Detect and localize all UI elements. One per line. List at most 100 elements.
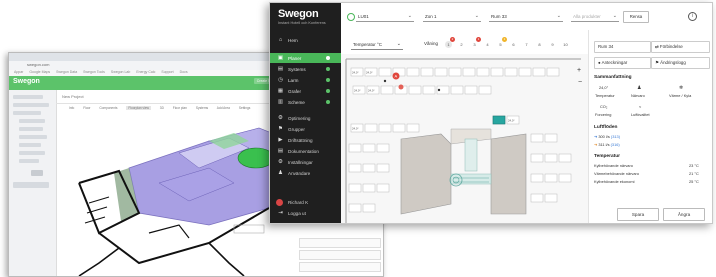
nav-label: Inställningar — [288, 159, 313, 165]
nav-label: Optimering — [288, 115, 311, 121]
toolbar-tab[interactable]: Info — [69, 106, 74, 110]
nav-item-systems[interactable]: ▤ Systems — [270, 64, 341, 74]
sidebar-item[interactable] — [19, 135, 47, 139]
floor-button-4[interactable]: 4 — [484, 41, 491, 48]
toolbar-tab[interactable]: Floor plan — [173, 106, 187, 110]
floor-button-2[interactable]: 2 — [458, 41, 465, 48]
status-dot — [326, 56, 330, 60]
sidebar-item[interactable] — [19, 119, 45, 123]
zone-select[interactable]: Zon 1 ⌄ — [423, 12, 481, 22]
temp-row-value[interactable]: 21 °C — [689, 171, 699, 176]
floor-button-7[interactable]: 7 — [523, 41, 530, 48]
bookmark-item[interactable]: Swegon Tools — [83, 70, 105, 74]
groups-icon: ⚑ — [278, 126, 283, 132]
nav-item-graphs[interactable]: ▦ Grafer — [270, 86, 341, 96]
logout-item[interactable]: ⇥ Logga ut — [270, 208, 341, 218]
toolbar-tab[interactable]: Floorplan view — [126, 106, 151, 110]
room-select[interactable]: Rum 33 ⌄ — [489, 12, 563, 22]
bookmark-item[interactable]: Swegon Data — [56, 70, 77, 74]
floor-button-8[interactable]: 8 — [536, 41, 543, 48]
toolbar-tab[interactable]: Settings — [239, 106, 251, 110]
floor-button-3[interactable]: 3 — [471, 41, 478, 48]
bookmark-item[interactable]: Docs — [180, 70, 188, 74]
bookmark-item[interactable]: Energy Calc — [136, 70, 155, 74]
airflow-row: ➜ 300 l/s (313) — [594, 134, 620, 139]
floor-button-10[interactable]: 10 — [562, 41, 569, 48]
nav-item-alarms[interactable]: ◷ Larm — [270, 75, 341, 85]
toolbar-tab[interactable]: Components — [99, 106, 117, 110]
sidebar-item[interactable] — [19, 127, 43, 131]
status-dot — [326, 67, 330, 71]
connection-button[interactable]: ⇄ Förbindelse — [651, 41, 710, 53]
sidebar-item[interactable] — [19, 151, 45, 155]
summary-label: Forcering — [595, 112, 612, 117]
nav-item-commissioning[interactable]: ▶ Driftsättning — [270, 135, 341, 145]
nav-item-documentation[interactable]: ▤ Dokumentation — [270, 146, 341, 156]
comments-button[interactable]: ● Anteckningar — [594, 57, 651, 69]
nav-item-home[interactable]: ⌂ Hem — [270, 35, 341, 45]
bookmark-item[interactable]: Google Maps — [29, 70, 50, 74]
nav-item-plans[interactable]: ▣ Planer — [270, 53, 341, 63]
status-dot — [326, 100, 330, 104]
svg-text:A: A — [395, 74, 398, 79]
product-search-input[interactable]: Alla produkter ⌄ — [571, 12, 619, 22]
sidebar-button[interactable] — [13, 182, 49, 188]
parameter-select[interactable]: Temperatur °C ⌄ — [351, 40, 403, 50]
nav-label: Dokumentation — [288, 148, 319, 154]
floor-button-1[interactable]: 1 — [445, 41, 452, 48]
nav-label: Hem — [288, 37, 298, 43]
building-icon — [347, 13, 355, 21]
bookmark-item[interactable]: Support — [161, 70, 173, 74]
building-value: LU01 — [358, 13, 369, 19]
url-text[interactable]: swegon.com — [27, 62, 49, 67]
nav-item-optimization[interactable]: ⚙ Optimering — [270, 113, 341, 123]
summary-label: Värme / Kyla — [669, 93, 692, 98]
temp-row-value[interactable]: 23 °C — [689, 163, 699, 168]
floor-button-9[interactable]: 9 — [549, 41, 556, 48]
presence-icon: ♟ — [637, 85, 642, 91]
sidebar-item[interactable] — [19, 159, 39, 163]
floor-button-6[interactable]: 6 — [510, 41, 517, 48]
nav-item-groups[interactable]: ⚑ Grupper — [270, 124, 341, 134]
properties-field[interactable] — [299, 238, 381, 248]
home-icon: ⌂ — [278, 37, 283, 43]
nav-label: Scheme — [288, 99, 305, 105]
properties-field[interactable] — [299, 262, 381, 272]
settings-icon: ⚙ — [278, 159, 283, 165]
toolbar-tab[interactable]: Systems — [196, 106, 208, 110]
building-select[interactable]: LU01 ⌄ — [356, 12, 414, 22]
sidebar-item[interactable] — [13, 111, 41, 115]
sidebar-button[interactable] — [31, 170, 43, 176]
airflow-link[interactable]: (316) — [611, 142, 620, 147]
nav-item-schemes[interactable]: ▥ Scheme — [270, 97, 341, 107]
nav-label: Grupper — [288, 126, 305, 132]
airflow-link[interactable]: (313) — [611, 134, 620, 139]
sidebar-item[interactable] — [19, 143, 41, 147]
nav-item-users[interactable]: ♟ Användare — [270, 168, 341, 178]
room-name-field[interactable]: Rum 34 — [594, 41, 651, 53]
filter-bar: LU01 ⌄ Zon 1 ⌄ Rum 33 ⌄ Alla produkter ⌄… — [341, 3, 712, 31]
floor-plan-map[interactable]: 24,0° 24,0° 24,0° 24,0° 24,0° 24,0° A + … — [341, 54, 588, 223]
comments-label: Anteckningar — [601, 60, 628, 65]
chevron-down-icon: ⌄ — [396, 40, 401, 47]
rooms-icon: ◷ — [278, 77, 283, 83]
sidebar-item[interactable] — [13, 95, 43, 99]
co2-icon: CO₂ — [600, 104, 608, 109]
properties-field[interactable] — [299, 250, 381, 260]
save-button[interactable]: Spara — [617, 208, 659, 221]
bookmark-item[interactable]: Swegon Lab — [111, 70, 130, 74]
temp-row-value[interactable]: 25 °C — [689, 179, 699, 184]
nav-item-settings[interactable]: ⚙ Inställningar — [270, 157, 341, 167]
info-icon[interactable]: i — [688, 12, 697, 21]
undo-button[interactable]: Ångra — [663, 208, 705, 221]
floor-button-5[interactable]: 5 — [497, 41, 504, 48]
user-name-item[interactable]: Richard K — [270, 197, 341, 207]
toolbar-tab[interactable]: Floor — [83, 106, 90, 110]
toolbar-tab[interactable]: 3D — [160, 106, 164, 110]
nav-label: Grafer — [288, 88, 302, 94]
clear-button[interactable]: Rensa — [623, 11, 649, 23]
sidebar-item[interactable] — [13, 103, 49, 107]
change-log-button[interactable]: ⚑ Ändringslogg — [651, 57, 710, 69]
toolbar-tab[interactable]: Add Area — [217, 106, 230, 110]
bookmark-item[interactable]: Appar — [14, 70, 23, 74]
